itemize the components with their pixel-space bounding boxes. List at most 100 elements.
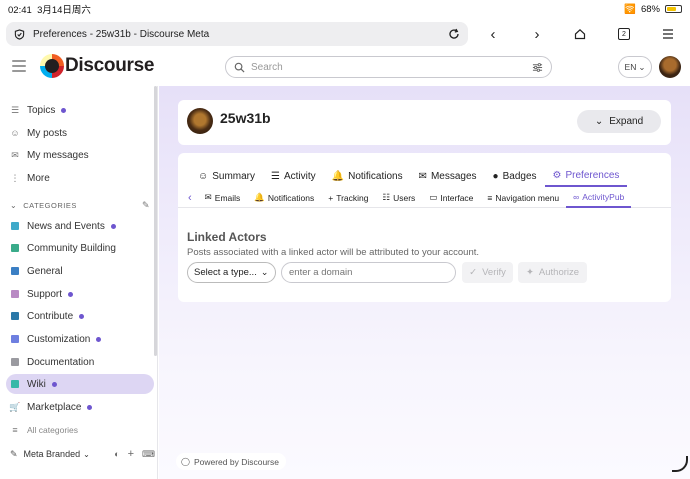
- chevron-down-icon: ⌄: [594, 116, 604, 127]
- hamburger-icon[interactable]: [12, 60, 26, 75]
- actor-type-select[interactable]: Select a type... ⌄: [187, 262, 276, 283]
- discourse-logo-icon: [40, 54, 64, 78]
- sidebar-category-documentation[interactable]: Documentation: [6, 352, 154, 372]
- sidebar-category-support[interactable]: Support: [6, 284, 154, 304]
- subtab-activitypub[interactable]: ∞ ActivityPub: [566, 188, 632, 208]
- sidebar-category-wiki[interactable]: Wiki: [6, 374, 154, 394]
- powered-by-badge[interactable]: ◯ Powered by Discourse: [176, 453, 286, 470]
- envelope-icon: ✉: [204, 192, 212, 202]
- sidebar-category-marketplace[interactable]: 🛒 Marketplace: [6, 397, 154, 417]
- subtab-emails[interactable]: ✉ Emails: [198, 188, 248, 208]
- subtab-navigation-menu[interactable]: ≡ Navigation menu: [480, 188, 566, 208]
- sidebar: ☰ Topics ☺ My posts ✉ My messages ⋮ More…: [0, 86, 158, 479]
- keyboard-icon[interactable]: ⌨: [142, 449, 155, 460]
- activitypub-icon: ∞: [573, 191, 580, 202]
- bell-icon: 🔔: [254, 192, 265, 202]
- sidebar-category-customization[interactable]: Customization: [6, 329, 154, 349]
- sidebar-category-community-building[interactable]: Community Building: [6, 238, 154, 258]
- users-icon: ☷: [382, 192, 391, 202]
- tab-messages[interactable]: ✉ Messages: [411, 165, 485, 187]
- user-nav-tabs: ☺ Summary ☰ Activity 🔔 Notifications ✉ Messa…: [190, 165, 668, 187]
- subtab-notifications[interactable]: 🔔 Notifications: [247, 188, 321, 208]
- shield-icon: [14, 28, 25, 40]
- tab-notifications[interactable]: 🔔 Notifications: [324, 165, 411, 187]
- battery-icon: [665, 5, 682, 13]
- tab-badges[interactable]: ● Badges: [485, 165, 545, 187]
- categories-section-header[interactable]: ⌄ CATEGORIES ✎: [10, 200, 150, 211]
- add-icon[interactable]: +: [128, 448, 134, 460]
- sidebar-item-my-messages[interactable]: ✉ My messages: [6, 145, 154, 165]
- preferences-card: ☺ Summary ☰ Activity 🔔 Notifications ✉ Messa…: [178, 153, 671, 302]
- sidebar-item-my-posts[interactable]: ☺ My posts: [6, 123, 154, 143]
- battery-fill: [667, 7, 676, 11]
- main-content: 25w31b ⌄ Expand ☺ Summary ☰ Activity 🔔 Noti…: [159, 86, 690, 479]
- tabs-icon[interactable]: 2: [614, 24, 634, 44]
- key-icon: ✦: [525, 267, 534, 278]
- language-switcher[interactable]: EN ⌄: [618, 56, 652, 78]
- unread-dot: [61, 107, 67, 113]
- subtab-tracking[interactable]: + Tracking: [321, 188, 375, 208]
- home-icon[interactable]: [570, 24, 590, 44]
- category-color-swatch: [11, 312, 19, 320]
- bell-icon: 🔔: [331, 170, 345, 182]
- search-placeholder: Search: [251, 61, 283, 73]
- authorize-button[interactable]: ✦ Authorize: [518, 262, 587, 283]
- sidebar-all-categories[interactable]: ≡ All categories: [6, 420, 154, 440]
- check-icon: ✓: [469, 267, 478, 278]
- page-tab-title: Preferences - 25w31b - Discourse Meta: [33, 28, 210, 40]
- logo-text: Discourse: [65, 55, 155, 76]
- wifi-icon: 🛜: [624, 3, 636, 15]
- unread-dot: [96, 336, 102, 342]
- address-bar[interactable]: Preferences - 25w31b - Discourse Meta: [6, 22, 468, 46]
- tab-summary[interactable]: ☺ Summary: [190, 165, 263, 187]
- user-avatar[interactable]: [187, 108, 213, 134]
- menu-icon: ≡: [487, 192, 493, 203]
- chevron-down-icon[interactable]: ⌄: [83, 450, 90, 459]
- unread-dot: [68, 291, 74, 297]
- user-icon: ☺: [198, 170, 209, 182]
- list-icon: ☰: [271, 170, 280, 182]
- category-color-swatch: [11, 380, 19, 388]
- desktop-icon: ▭: [429, 192, 438, 202]
- preferences-subnav: ‹ ✉ Emails 🔔 Notifications + Tracking ☷ User…: [178, 188, 671, 208]
- status-time-date: 02:41 3月14日周六: [8, 5, 91, 16]
- badge-icon: ●: [492, 170, 499, 182]
- dark-mode-toggle-icon[interactable]: ◐: [114, 449, 119, 459]
- discourse-icon: ◯: [181, 457, 190, 466]
- domain-input[interactable]: [281, 262, 456, 283]
- inbox-icon: ✉: [11, 149, 19, 160]
- search-input[interactable]: Search: [225, 56, 552, 78]
- filter-sliders-icon[interactable]: [532, 62, 543, 73]
- verify-button[interactable]: ✓ Verify: [462, 262, 513, 283]
- sidebar-item-topics[interactable]: ☰ Topics: [6, 100, 154, 120]
- back-icon[interactable]: ‹: [483, 24, 503, 44]
- expand-button[interactable]: ⌄ Expand: [577, 110, 661, 133]
- sidebar-category-news-and-events[interactable]: News and Events: [6, 216, 154, 236]
- user-profile-header: 25w31b ⌄ Expand: [178, 100, 671, 145]
- sidebar-category-general[interactable]: General: [6, 261, 154, 281]
- sidebar-item-more[interactable]: ⋮ More: [6, 168, 154, 188]
- gear-icon: ⚙: [552, 169, 562, 181]
- category-color-swatch: [11, 222, 19, 230]
- reload-icon[interactable]: [448, 28, 460, 40]
- category-color-swatch: [11, 267, 19, 275]
- menu-icon[interactable]: [658, 24, 678, 44]
- subnav-back-icon[interactable]: ‹: [186, 188, 198, 208]
- subtab-users[interactable]: ☷ Users: [375, 188, 422, 208]
- theme-selector[interactable]: Meta Branded: [24, 449, 81, 459]
- username: 25w31b: [220, 110, 271, 126]
- section-title: Linked Actors: [187, 230, 267, 244]
- tab-activity[interactable]: ☰ Activity: [263, 165, 324, 187]
- pencil-icon[interactable]: ✎: [142, 200, 150, 211]
- more-icon: ⋮: [10, 172, 20, 183]
- sidebar-category-contribute[interactable]: Contribute: [6, 306, 154, 326]
- cart-icon: 🛒: [9, 401, 21, 412]
- sidebar-scrollbar[interactable]: [154, 86, 157, 356]
- category-color-swatch: [11, 290, 19, 298]
- category-color-swatch: [11, 358, 19, 366]
- site-logo[interactable]: Discourse: [40, 54, 154, 78]
- forward-icon[interactable]: ›: [527, 24, 547, 44]
- current-user-avatar[interactable]: [659, 56, 681, 78]
- subtab-interface[interactable]: ▭ Interface: [422, 188, 480, 208]
- tab-preferences[interactable]: ⚙ Preferences: [544, 165, 628, 187]
